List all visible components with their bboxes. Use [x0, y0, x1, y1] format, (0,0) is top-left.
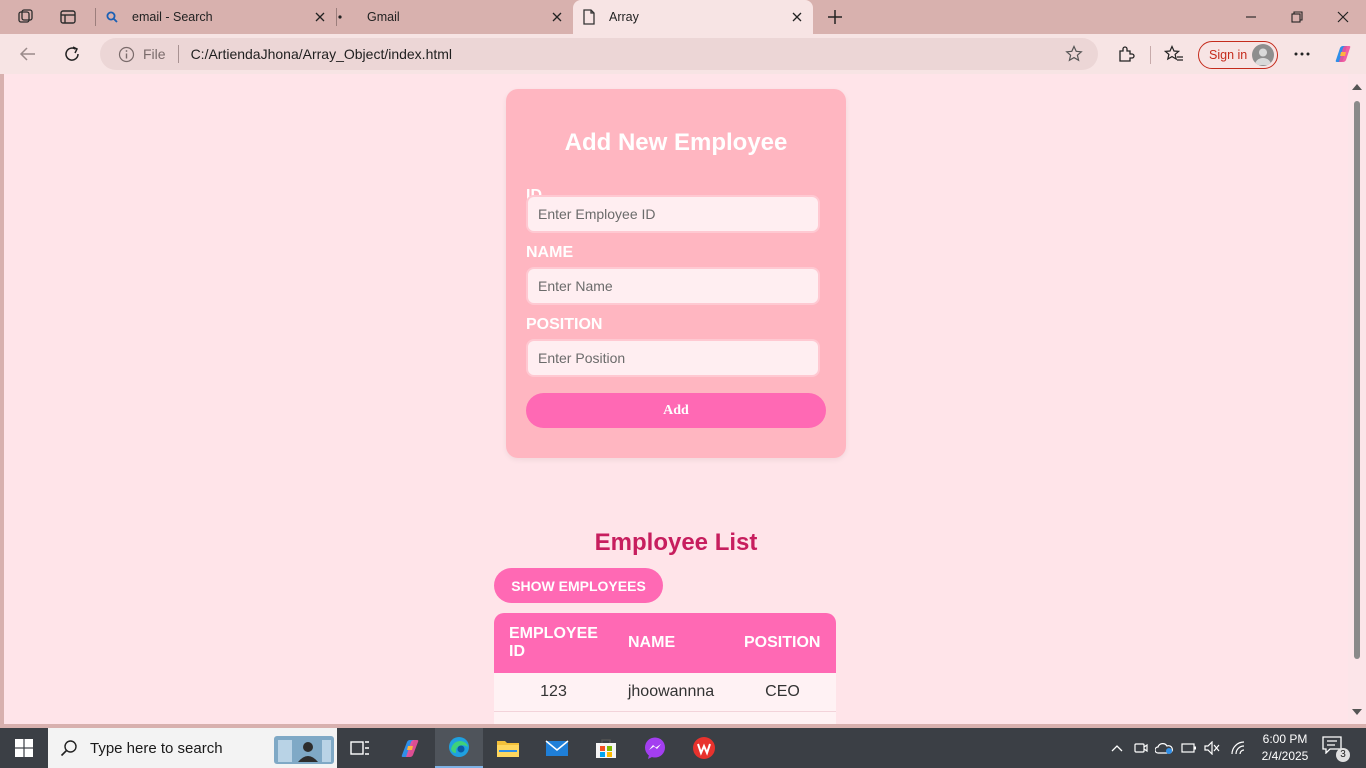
workspaces-icon[interactable] — [13, 5, 39, 29]
meet-now-icon[interactable] — [1131, 728, 1151, 768]
file-explorer-icon[interactable] — [484, 728, 532, 768]
employee-table: EMPLOYEE ID NAME POSITION 123 jhoowannna… — [494, 613, 836, 724]
position-label: POSITION — [526, 316, 603, 333]
refresh-icon[interactable] — [57, 40, 87, 68]
minimize-icon[interactable] — [1228, 0, 1274, 34]
sign-in-label: Sign in — [1209, 48, 1248, 62]
url-text[interactable]: C:/ArtiendaJhona/Array_Object/index.html — [191, 46, 452, 62]
onedrive-icon[interactable] — [1153, 728, 1175, 768]
windows-icon — [15, 739, 33, 757]
search-highlight-icon — [274, 736, 334, 764]
header-name: NAME — [613, 613, 729, 673]
taskbar-search-box[interactable]: Type here to search — [48, 728, 337, 768]
clock-date: 2/4/2025 — [1261, 749, 1309, 763]
wps-office-icon[interactable] — [680, 728, 728, 768]
clock-time: 6:00 PM — [1262, 732, 1308, 746]
close-icon[interactable] — [312, 9, 328, 25]
store-app-icon[interactable] — [582, 728, 630, 768]
scroll-up-icon[interactable] — [1352, 83, 1362, 91]
tab-title: Gmail — [367, 10, 400, 24]
sign-in-button[interactable]: Sign in — [1198, 41, 1278, 69]
close-icon[interactable] — [549, 9, 565, 25]
edge-app-icon[interactable] — [435, 728, 483, 768]
restore-icon[interactable] — [1274, 0, 1320, 34]
info-icon[interactable] — [117, 45, 135, 63]
search-placeholder: Type here to search — [90, 739, 223, 757]
favorite-star-icon[interactable] — [1064, 45, 1084, 63]
copilot-icon[interactable] — [1332, 43, 1354, 65]
table-header-row: EMPLOYEE ID NAME POSITION — [494, 613, 836, 673]
favorites-icon[interactable] — [1163, 43, 1185, 65]
notification-badge: 3 — [1336, 748, 1350, 762]
tab-email-search[interactable]: email - Search — [96, 0, 336, 34]
search-icon — [104, 9, 120, 25]
vertical-tabs-icon[interactable] — [55, 5, 81, 29]
cell-name: jhoowannna — [613, 673, 729, 712]
show-hidden-icons-icon[interactable] — [1106, 728, 1128, 768]
wifi-icon[interactable] — [1227, 728, 1249, 768]
mail-app-icon[interactable] — [533, 728, 581, 768]
more-options-icon[interactable] — [1291, 43, 1313, 65]
header-position: POSITION — [729, 613, 836, 673]
search-icon — [60, 740, 77, 757]
tab-array[interactable]: Array — [573, 0, 813, 34]
window-close-icon[interactable] — [1320, 0, 1366, 34]
extensions-icon[interactable] — [1115, 43, 1137, 65]
copilot-app-icon[interactable] — [386, 728, 434, 768]
page-icon — [581, 9, 597, 25]
header-employee-id: EMPLOYEE ID — [494, 613, 613, 673]
cell-position: CEO — [729, 673, 836, 712]
name-input[interactable] — [526, 267, 820, 305]
start-button[interactable] — [0, 728, 48, 768]
taskbar: Type here to search 6:00 PM 2/4/2025 3 — [0, 728, 1366, 768]
scheme-label: File — [143, 46, 166, 62]
position-input[interactable] — [526, 339, 820, 377]
scroll-down-icon[interactable] — [1352, 708, 1362, 716]
notification-center-icon[interactable]: 3 — [1322, 736, 1350, 762]
messenger-app-icon[interactable] — [631, 728, 679, 768]
browser-toolbar: File C:/ArtiendaJhona/Array_Object/index… — [0, 34, 1366, 74]
tab-gmail[interactable]: Gmail — [336, 0, 573, 34]
page-scrollbar[interactable] — [1348, 74, 1366, 724]
table-row: 123 jhoowannna CEO — [494, 673, 836, 712]
employee-list-title: Employee List — [594, 529, 758, 556]
table-row — [494, 711, 836, 724]
tab-title: Array — [609, 10, 639, 24]
avatar — [1252, 44, 1274, 66]
taskbar-clock[interactable]: 6:00 PM 2/4/2025 — [1252, 731, 1318, 765]
add-button[interactable]: Add — [526, 393, 826, 428]
show-employees-button[interactable]: SHOW EMPLOYEES — [494, 568, 663, 603]
back-icon[interactable] — [13, 40, 43, 68]
cell-employee-id: 123 — [494, 673, 613, 712]
volume-muted-icon[interactable] — [1201, 728, 1223, 768]
employee-id-input[interactable] — [526, 195, 820, 233]
address-bar[interactable]: File C:/ArtiendaJhona/Array_Object/index… — [100, 38, 1098, 70]
name-label: NAME — [526, 244, 574, 261]
task-view-icon[interactable] — [336, 728, 384, 768]
page-viewport: Add New Employee ID NAME POSITION Add Em… — [4, 74, 1348, 724]
form-title: Add New Employee — [564, 129, 788, 156]
scrollbar-thumb[interactable] — [1354, 101, 1360, 659]
tab-title: email - Search — [132, 10, 213, 24]
battery-icon[interactable] — [1178, 728, 1200, 768]
tab-strip: email - Search Gmail Array — [0, 0, 1366, 34]
close-icon[interactable] — [789, 9, 805, 25]
add-employee-card: Add New Employee ID NAME POSITION Add — [506, 89, 846, 458]
new-tab-icon[interactable] — [822, 5, 848, 29]
gmail-icon — [336, 9, 344, 25]
